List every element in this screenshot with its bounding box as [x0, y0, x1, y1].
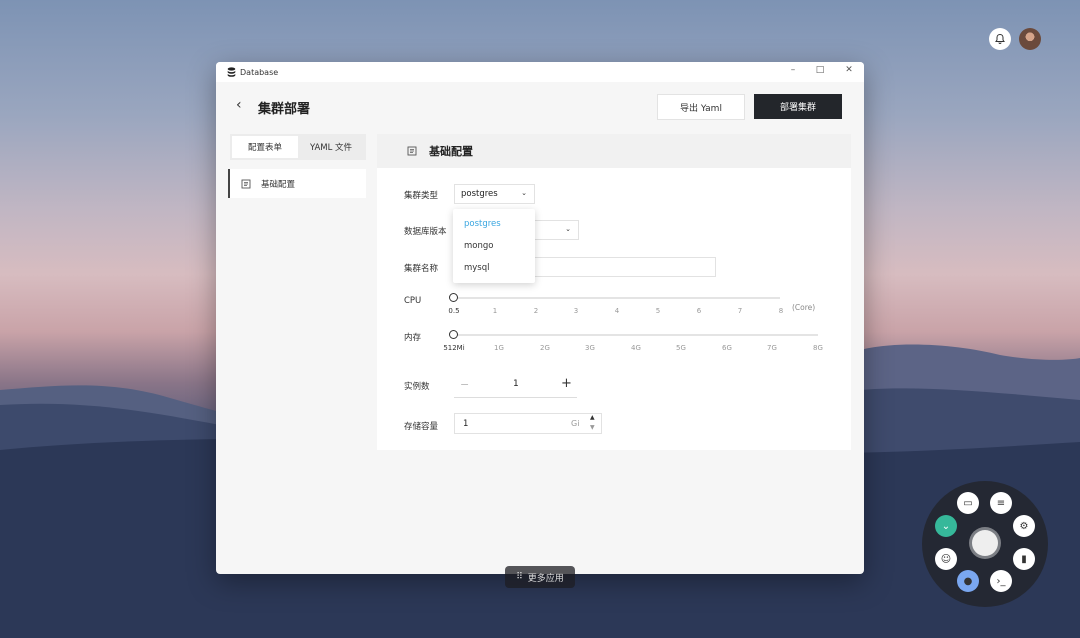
settings-icon[interactable]: ⚙	[1013, 515, 1035, 537]
instances-stepper: − 1 +	[454, 375, 577, 398]
dropdown-option-mysql[interactable]: mysql	[453, 257, 535, 279]
robot-icon[interactable]: ☺	[935, 548, 957, 570]
chevron-app-icon[interactable]: ⌄	[935, 515, 957, 537]
sidebar-item-basic-config[interactable]: 基础配置	[228, 169, 366, 198]
document-icon	[241, 179, 251, 189]
cluster-type-dropdown: postgres mongo mysql	[453, 209, 535, 283]
plus-button[interactable]: +	[561, 376, 572, 391]
memory-tick: 7G	[767, 344, 777, 352]
minimize-icon[interactable]: –	[786, 65, 800, 75]
cpu-label: CPU	[404, 296, 421, 306]
page-header: ‹ 集群部署 导出 Yaml 部署集群	[216, 82, 864, 132]
instances-label: 实例数	[404, 380, 430, 392]
memory-tick: 8G	[813, 344, 823, 352]
mode-tabs: 配置表单 YAML 文件	[230, 134, 366, 160]
document-icon	[407, 146, 417, 156]
more-apps-button[interactable]: ⠿ 更多应用	[505, 566, 575, 588]
storage-label: 存储容量	[404, 420, 438, 432]
cpu-tick: 7	[738, 307, 742, 315]
window-title: Database	[240, 68, 278, 77]
database-window: Database – □ ✕ ‹ 集群部署 导出 Yaml 部署集群 配置表单 …	[216, 62, 864, 574]
cluster-name-label: 集群名称	[404, 262, 438, 274]
chevron-down-icon: ⌄	[565, 225, 571, 233]
memory-tick: 4G	[631, 344, 641, 352]
memory-tick: 6G	[722, 344, 732, 352]
cpu-slider-handle[interactable]	[449, 293, 458, 302]
storage-value: 1	[463, 419, 468, 429]
storage-input[interactable]: 1 Gi ▲ ▼	[454, 413, 602, 434]
storage-unit: Gi	[571, 419, 579, 428]
memory-label: 内存	[404, 331, 421, 343]
avatar[interactable]	[1019, 28, 1041, 50]
memory-tick: 512Mi	[443, 344, 464, 352]
back-icon[interactable]: ‹	[236, 97, 242, 113]
memory-tick: 1G	[494, 344, 504, 352]
memory-slider-handle[interactable]	[449, 330, 458, 339]
cpu-tick: 3	[574, 307, 578, 315]
title-bar: Database – □ ✕	[216, 62, 864, 82]
close-icon[interactable]: ✕	[842, 65, 856, 75]
memory-tick: 5G	[676, 344, 686, 352]
database-icon	[227, 67, 236, 77]
cluster-type-select[interactable]: postgres ⌄	[454, 184, 535, 204]
minus-button[interactable]: −	[460, 378, 469, 391]
database-icon[interactable]: ≡	[990, 492, 1012, 514]
caret-up-icon[interactable]: ▲	[590, 414, 595, 421]
cpu-slider-track[interactable]	[454, 297, 780, 299]
cpu-tick: 0.5	[448, 307, 459, 315]
app-launcher-wheel: ▭ ≡ ⌄ ⚙ ☺ ▮ ● ›_	[922, 481, 1048, 607]
dropdown-option-mongo[interactable]: mongo	[453, 235, 535, 257]
sidebar-item-label: 基础配置	[261, 178, 295, 190]
export-yaml-button[interactable]: 导出 Yaml	[657, 94, 745, 120]
notification-bell-icon[interactable]	[989, 28, 1011, 50]
page-title: 集群部署	[258, 98, 310, 117]
panel-title: 基础配置	[429, 143, 473, 159]
cpu-tick: 2	[534, 307, 538, 315]
tab-yaml-file[interactable]: YAML 文件	[298, 136, 364, 158]
dropdown-option-postgres[interactable]: postgres	[453, 213, 535, 235]
chevron-down-icon: ⌄	[521, 189, 527, 197]
tab-config-form[interactable]: 配置表单	[232, 136, 298, 158]
center-home-button[interactable]	[972, 530, 998, 556]
deploy-cluster-button[interactable]: 部署集群	[754, 94, 842, 119]
cluster-type-label: 集群类型	[404, 189, 438, 201]
cpu-tick: 8	[779, 307, 783, 315]
terminal-icon[interactable]: ›_	[990, 570, 1012, 592]
cpu-tick: 4	[615, 307, 619, 315]
memory-tick: 3G	[585, 344, 595, 352]
cpu-tick: 1	[493, 307, 497, 315]
memory-slider-track[interactable]	[454, 334, 818, 336]
cpu-tick: 5	[656, 307, 660, 315]
bookmark-icon[interactable]: ▮	[1013, 548, 1035, 570]
cpu-tick: 6	[697, 307, 701, 315]
cluster-type-value: postgres	[461, 189, 498, 199]
wallet-icon[interactable]: ▭	[957, 492, 979, 514]
caret-down-icon[interactable]: ▼	[590, 424, 595, 431]
grid-icon: ⠿	[516, 572, 523, 582]
cpu-unit: (Core)	[792, 303, 815, 312]
panel-header: 基础配置	[377, 134, 851, 168]
chat-app-icon[interactable]: ●	[957, 570, 979, 592]
instances-value[interactable]: 1	[513, 379, 519, 389]
config-panel: 基础配置	[377, 134, 851, 450]
more-apps-label: 更多应用	[528, 571, 564, 584]
memory-tick: 2G	[540, 344, 550, 352]
maximize-icon[interactable]: □	[813, 65, 827, 75]
db-version-label: 数据库版本	[404, 225, 447, 237]
